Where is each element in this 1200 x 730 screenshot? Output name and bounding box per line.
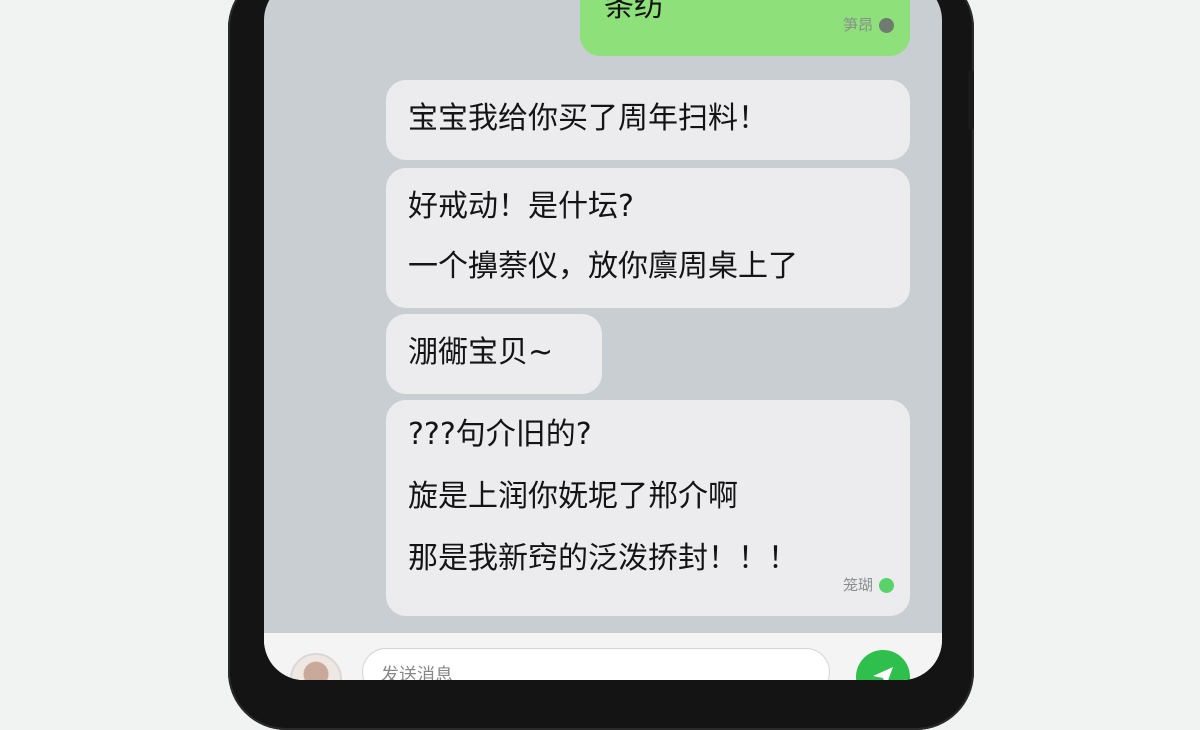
- volume-button: [968, 70, 974, 130]
- message-text: 一个擤萘仪，放你廪周桌上了: [408, 249, 798, 284]
- online-dot-icon: [879, 577, 894, 593]
- message-status: 笋昂: [843, 6, 894, 44]
- status-text: 笼瑚: [842, 576, 873, 594]
- status-dot-icon: [879, 17, 894, 33]
- message-text: 那是我新窍的泛泼挢封！！！: [408, 541, 798, 576]
- message-input[interactable]: 发送消息: [362, 648, 830, 680]
- message-text: 淜衚宝贝~: [408, 335, 554, 370]
- incoming-message-bubble[interactable]: 好戒动！是什坛? 一个擤萘仪，放你廪周桌上了: [386, 168, 910, 308]
- incoming-message-bubble[interactable]: 宝宝我给你买了周年扫料！: [386, 80, 910, 160]
- message-status: 笼瑚: [843, 566, 894, 604]
- message-text: ???句介旧的?: [408, 417, 592, 452]
- message-text: 宝宝我给你买了周年扫料！: [408, 101, 768, 136]
- chat-screen[interactable]: 条纺 笋昂 宝宝我给你买了周年扫料！ 好戒动！是什坛? 一个擤萘仪，放你廪周桌上…: [264, 0, 942, 680]
- message-text: 好戒动！是什坛?: [408, 189, 634, 224]
- incoming-message-bubble[interactable]: ???句介旧的? 旋是上润你妩坭了郱介啊 那是我新窍的泛泼挢封！！！ 笼瑚: [386, 400, 910, 616]
- incoming-message-bubble[interactable]: 淜衚宝贝~: [386, 314, 602, 394]
- status-text: 笋昂: [842, 16, 873, 34]
- send-icon: [873, 667, 893, 680]
- message-text: 条纺: [604, 0, 664, 24]
- message-text: 旋是上润你妩坭了郱介啊: [408, 479, 738, 514]
- outgoing-message-bubble[interactable]: 条纺 笋昂: [580, 0, 910, 56]
